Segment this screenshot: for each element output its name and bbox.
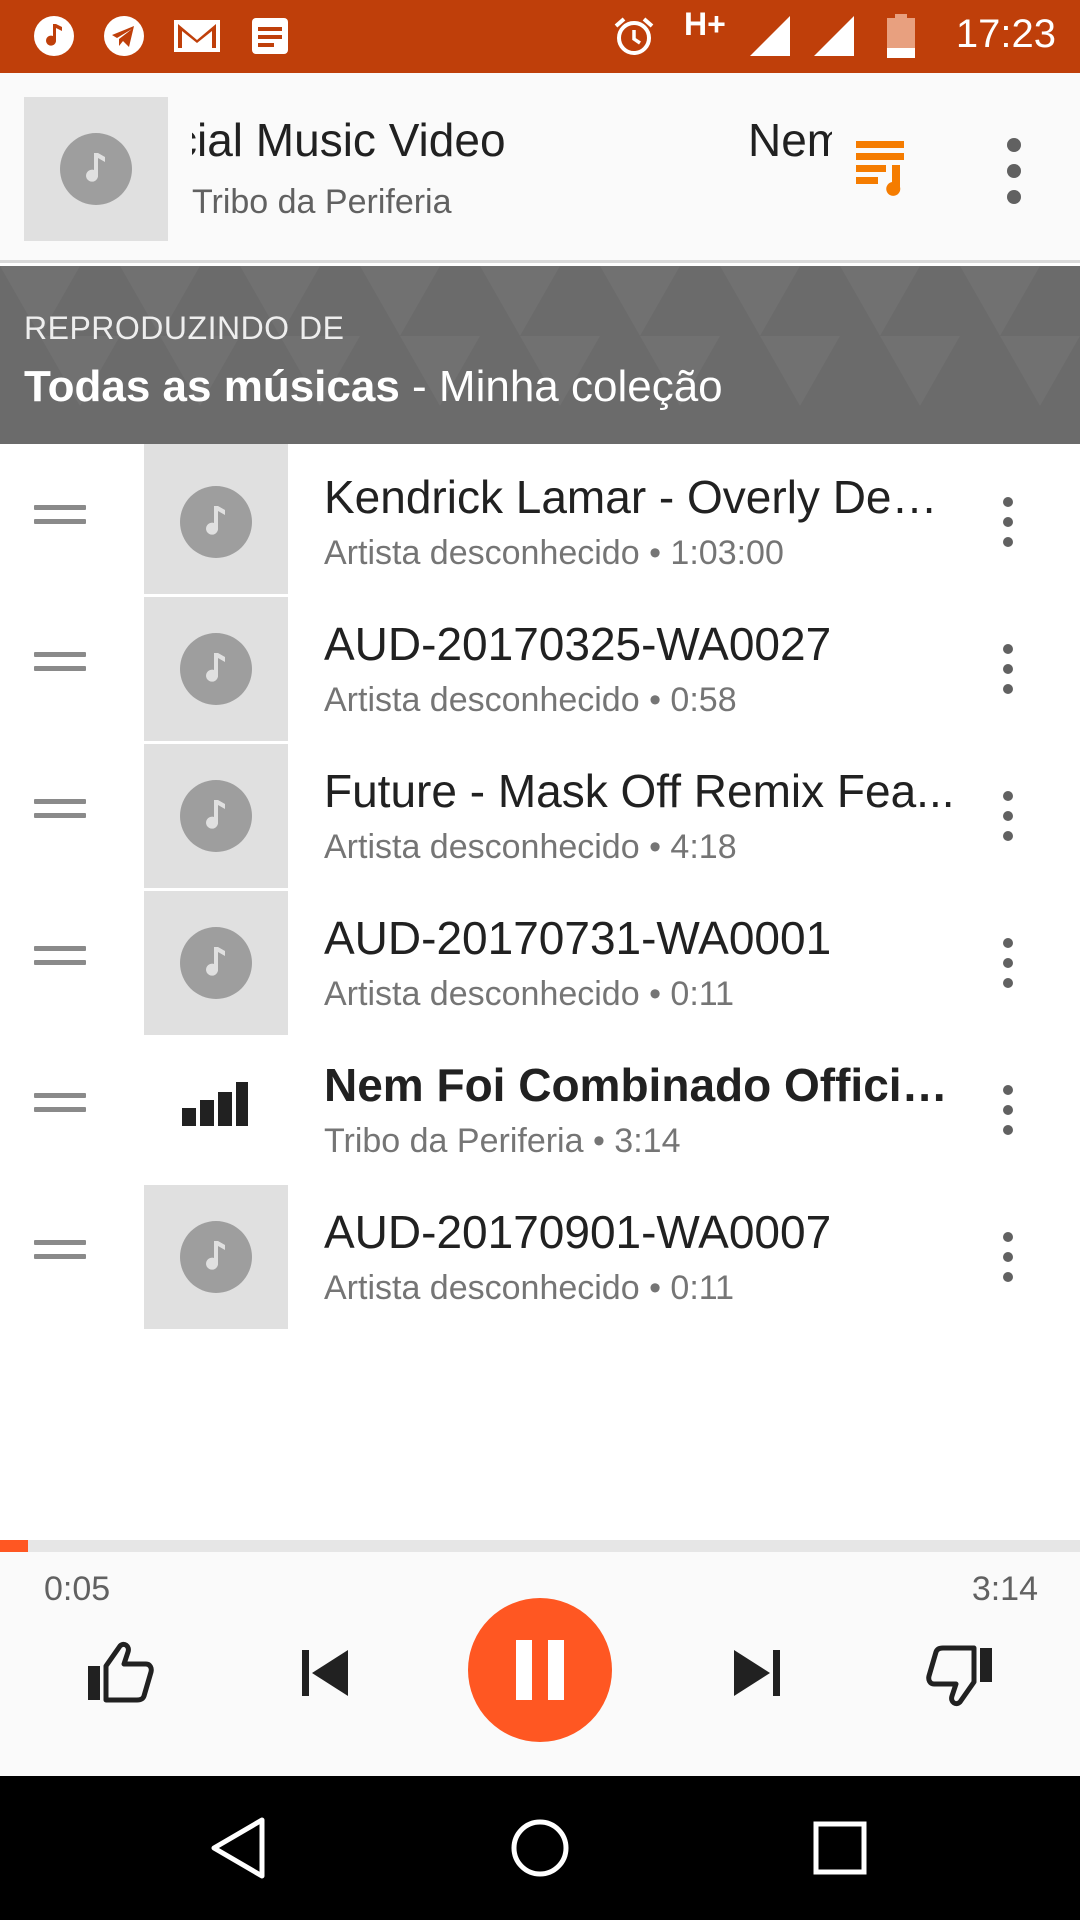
drag-handle-icon[interactable] bbox=[34, 799, 86, 821]
now-playing-header[interactable]: cial Music Video Nem Tribo da Periferia bbox=[0, 73, 1080, 263]
track-subtitle: Artista desconhecido • 0:58 bbox=[324, 681, 737, 719]
track-subtitle: Artista desconhecido • 4:18 bbox=[324, 828, 737, 866]
signal-icon bbox=[750, 16, 790, 56]
album-art bbox=[144, 891, 288, 1035]
track-title: Kendrick Lamar - Overly Dedi... bbox=[324, 471, 960, 523]
battery-low-icon bbox=[887, 14, 915, 58]
more-options-icon[interactable] bbox=[994, 131, 1034, 211]
pause-button[interactable] bbox=[468, 1598, 612, 1742]
more-options-icon[interactable] bbox=[988, 639, 1028, 699]
music-note-icon bbox=[180, 1221, 252, 1293]
drag-handle-icon[interactable] bbox=[34, 1093, 86, 1115]
album-art bbox=[144, 744, 288, 888]
navigation-bar bbox=[0, 1776, 1080, 1920]
pause-icon bbox=[516, 1640, 564, 1700]
playing-from-label: REPRODUZINDO DE bbox=[24, 310, 345, 346]
music-note-icon bbox=[180, 633, 252, 705]
thumbs-up-icon[interactable] bbox=[84, 1640, 154, 1704]
signal-icon bbox=[814, 16, 854, 56]
queue-item[interactable]: AUD-20170901-WA0007 Artista desconhecido … bbox=[0, 1185, 1080, 1365]
album-art bbox=[144, 450, 288, 594]
playing-from-banner[interactable]: REPRODUZINDO DE Todas as músicas - Minha… bbox=[0, 266, 1080, 444]
more-options-icon[interactable] bbox=[988, 1080, 1028, 1140]
track-subtitle: Artista desconhecido • 0:11 bbox=[324, 975, 735, 1013]
track-subtitle: Artista desconhecido • 0:11 bbox=[324, 1269, 735, 1307]
more-options-icon[interactable] bbox=[988, 786, 1028, 846]
progress-fill bbox=[0, 1540, 29, 1552]
equalizer-icon bbox=[182, 1082, 248, 1126]
track-title: Future - Mask Off Remix Fea... bbox=[324, 765, 955, 817]
source-collection: - Minha coleção bbox=[399, 362, 723, 411]
album-art bbox=[144, 597, 288, 741]
queue-list[interactable]: Kendrick Lamar - Overly Dedi... Artista d… bbox=[0, 444, 1080, 1540]
telegram-icon bbox=[104, 16, 144, 56]
now-playing-title-marquee: cial Music Video Nem bbox=[192, 113, 832, 173]
recents-icon[interactable] bbox=[800, 1808, 880, 1888]
track-title: AUD-20170325-WA0027 bbox=[324, 618, 832, 670]
notes-icon bbox=[252, 18, 288, 54]
music-note-icon bbox=[34, 16, 74, 56]
source-name: Todas as músicas bbox=[24, 362, 400, 411]
skip-previous-icon[interactable] bbox=[298, 1646, 352, 1700]
network-type: H+ bbox=[684, 6, 726, 42]
music-note-icon bbox=[180, 486, 252, 558]
more-options-icon[interactable] bbox=[988, 933, 1028, 993]
drag-handle-icon[interactable] bbox=[34, 505, 86, 527]
alarm-icon bbox=[614, 17, 654, 55]
banner-pattern bbox=[0, 266, 1080, 406]
music-note-icon bbox=[60, 133, 132, 205]
gmail-icon bbox=[174, 20, 220, 52]
progress-bar[interactable] bbox=[0, 1540, 1080, 1552]
home-icon[interactable] bbox=[500, 1808, 580, 1888]
more-options-icon[interactable] bbox=[988, 1227, 1028, 1287]
player-controls: 0:05 3:14 bbox=[0, 1540, 1080, 1776]
album-art bbox=[144, 1185, 288, 1329]
elapsed-time: 0:05 bbox=[44, 1570, 111, 1608]
status-bar: H+ 17:23 bbox=[0, 0, 1080, 73]
now-playing-artist: Tribo da Periferia bbox=[192, 183, 452, 221]
track-title: AUD-20170901-WA0007 bbox=[324, 1206, 832, 1258]
more-options-icon[interactable] bbox=[988, 492, 1028, 552]
drag-handle-icon[interactable] bbox=[34, 946, 86, 968]
track-title: Nem Foi Combinado Official... bbox=[324, 1059, 960, 1111]
clock: 17:23 bbox=[955, 12, 1056, 56]
playing-from-source: Todas as músicas - Minha coleção bbox=[24, 362, 723, 412]
drag-handle-icon[interactable] bbox=[34, 1240, 86, 1262]
now-playing-title: cial Music Video bbox=[192, 114, 506, 166]
music-note-icon bbox=[180, 780, 252, 852]
now-playing-title-repeat: Nem bbox=[748, 114, 832, 166]
album-art bbox=[24, 97, 168, 241]
skip-next-icon[interactable] bbox=[730, 1646, 784, 1700]
queue-icon[interactable] bbox=[852, 131, 912, 201]
track-subtitle: Tribo da Periferia • 3:14 bbox=[324, 1122, 681, 1160]
total-time: 3:14 bbox=[971, 1570, 1038, 1608]
music-note-icon bbox=[180, 927, 252, 999]
back-icon[interactable] bbox=[200, 1808, 280, 1888]
drag-handle-icon[interactable] bbox=[34, 652, 86, 674]
thumbs-down-icon[interactable] bbox=[926, 1644, 996, 1708]
track-title: AUD-20170731-WA0001 bbox=[324, 912, 832, 964]
track-subtitle: Artista desconhecido • 1:03:00 bbox=[324, 534, 784, 572]
